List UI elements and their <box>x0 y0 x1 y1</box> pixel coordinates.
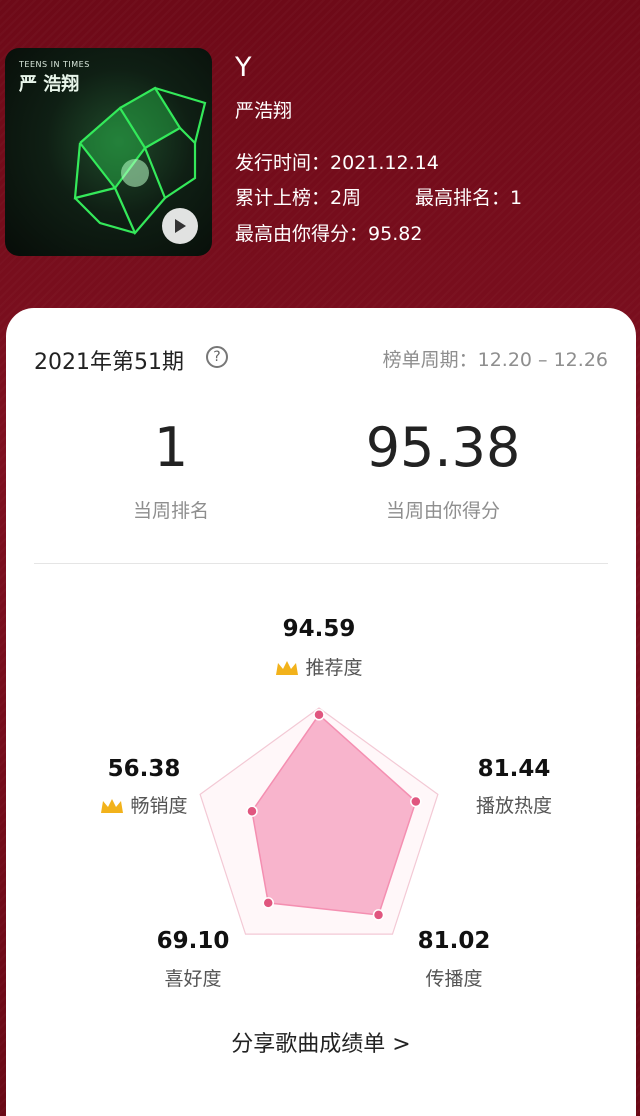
cover-artist-name: 严 浩翔 <box>19 74 80 95</box>
peak-value: 1 <box>510 187 523 209</box>
dimension-value-sales: 56.38 <box>107 756 181 782</box>
release-date: 2021.12.14 <box>330 152 439 174</box>
weeks-value: 2周 <box>330 187 362 209</box>
best-score-info: 最高由你得分：95.82 <box>235 219 422 246</box>
best-score-label: 最高由你得分： <box>235 223 369 245</box>
crown-icon <box>100 797 124 820</box>
dimension-label-sales: 畅销度 <box>74 791 214 820</box>
release-label: 发行时间： <box>235 152 331 174</box>
release-info: 发行时间：2021.12.14 <box>235 148 439 175</box>
artist-name[interactable]: 严浩翔 <box>235 96 292 123</box>
dimension-label-recommend: 推荐度 <box>249 653 389 682</box>
dimension-label-spread: 传播度 <box>425 968 483 990</box>
radar-chart <box>199 707 439 935</box>
dimension-label-preference: 喜好度 <box>164 968 222 990</box>
dimension-name-sales: 畅销度 <box>130 795 188 817</box>
peak-label: 最高排名： <box>415 187 511 209</box>
play-button[interactable] <box>162 208 198 244</box>
radar-point <box>313 709 325 721</box>
share-label: 分享歌曲成绩单 <box>231 1032 386 1057</box>
crown-icon <box>275 659 299 682</box>
dimension-value-recommend: 94.59 <box>282 616 356 642</box>
dimension-name-recommend: 推荐度 <box>305 657 363 679</box>
radar-point <box>246 805 258 817</box>
radar-point <box>262 897 274 909</box>
share-report-button[interactable]: 分享歌曲成绩单 > <box>6 1026 636 1058</box>
cover-caption: TEENS IN TIMES <box>19 60 90 69</box>
chevron-right-icon: > <box>392 1032 411 1057</box>
chart-result-card: 2021年第51期 ? 榜单周期：12.20 – 12.26 1 95.38 当… <box>6 308 636 1116</box>
dimension-value-spread: 81.02 <box>417 928 491 954</box>
weeks-label: 累计上榜： <box>235 187 331 209</box>
radar-point <box>372 909 385 921</box>
radar-point <box>410 795 422 808</box>
dimension-label-play-heat: 播放热度 <box>475 795 552 817</box>
song-title: Y <box>235 52 252 83</box>
dimension-value-play-heat: 81.44 <box>477 756 551 782</box>
peak-info: 最高排名：1 <box>415 183 522 210</box>
dimension-value-preference: 69.10 <box>156 928 230 954</box>
best-score-value: 95.82 <box>368 223 423 245</box>
play-icon <box>175 219 186 233</box>
weeks-info: 累计上榜：2周 <box>235 183 361 210</box>
